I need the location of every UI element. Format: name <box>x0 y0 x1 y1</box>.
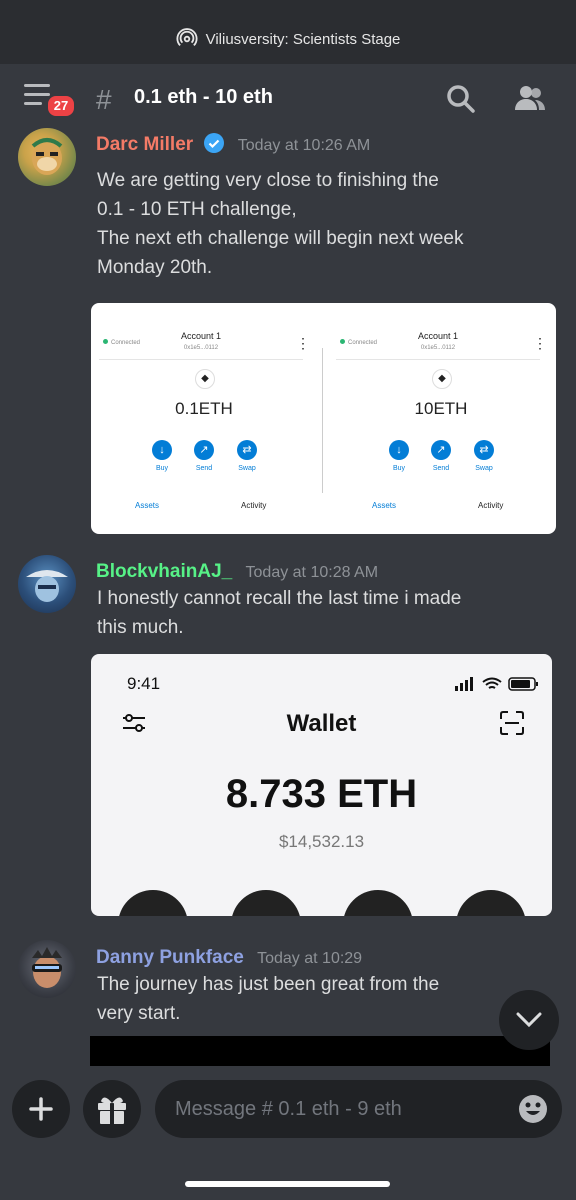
author-name[interactable]: Danny Punkface Today at 10:29 <box>96 947 362 969</box>
channel-header: 27 # 0.1 eth - 10 eth <box>0 64 576 130</box>
members-icon[interactable] <box>513 82 547 116</box>
image-attachment-wallet-app[interactable]: 9:41 Wallet 8.733 ETH $14,532.13 <box>91 654 552 916</box>
status-icons <box>455 677 538 691</box>
timestamp: Today at 10:26 AM <box>237 137 371 154</box>
action-button <box>343 890 413 916</box>
swap-icon: ⇄ <box>474 440 494 460</box>
more-icon: ⋮ <box>533 335 547 351</box>
assets-tab: Assets <box>372 501 397 510</box>
stage-banner-bar: Viliusversity: Scientists Stage <box>0 0 576 64</box>
status-dot-icon <box>340 339 345 344</box>
action-button <box>456 890 526 916</box>
wallet-panel-left: Connected Account 1 0x1e5...0112 ⋮ ◆ 0.1… <box>91 303 311 534</box>
message-text: I honestly cannot recall the last time i… <box>97 588 462 638</box>
samurai-avatar-icon <box>26 570 68 602</box>
account-address: 0x1e5...0112 <box>420 345 456 351</box>
hash-icon: # <box>96 84 112 115</box>
author-label: Danny Punkface <box>96 947 244 968</box>
send-icon: ↗ <box>431 440 451 460</box>
send-icon: ↗ <box>194 440 214 460</box>
balance: 0.1ETH <box>175 399 233 418</box>
gift-button[interactable] <box>83 1080 141 1138</box>
stage-icon <box>176 28 198 47</box>
eth-icon: ◆ <box>195 369 215 389</box>
swap-label: Swap <box>238 465 256 472</box>
more-icon: ⋮ <box>296 335 310 351</box>
assets-tab: Assets <box>135 501 160 510</box>
author-label: Darc Miller <box>96 134 194 155</box>
wallet-panel-right: Connected Account 1 0x1e5...0112 ⋮ ◆ 10E… <box>328 303 548 534</box>
buy-label: Buy <box>155 465 169 472</box>
wallet-balance: 8.733 ETH <box>225 772 418 816</box>
timestamp: Today at 10:28 AM <box>245 564 379 581</box>
status-time: 9:41 <box>127 674 161 693</box>
swap-label: Swap <box>475 465 493 472</box>
avatar[interactable] <box>18 555 76 613</box>
eth-icon: ◆ <box>432 369 452 389</box>
chevron-down-icon <box>516 1012 542 1028</box>
send-label: Send <box>195 465 213 472</box>
emoji-icon[interactable] <box>518 1094 548 1124</box>
connection-status: Connected <box>103 339 140 346</box>
image-attachment-wallets[interactable]: Connected Account 1 0x1e5...0112 ⋮ ◆ 0.1… <box>91 303 556 534</box>
composer-bar: Message # 0.1 eth - 9 eth <box>0 1066 576 1200</box>
activity-tab: Activity <box>241 501 267 510</box>
account-name: Account 1 <box>417 331 459 341</box>
unread-badge: 27 <box>46 94 76 118</box>
avatar[interactable] <box>18 128 76 186</box>
plus-icon <box>29 1097 53 1121</box>
message-input[interactable]: Message # 0.1 eth - 9 eth <box>155 1080 562 1138</box>
action-button <box>231 890 301 916</box>
swap-icon: ⇄ <box>237 440 257 460</box>
search-icon[interactable] <box>444 82 478 116</box>
send-label: Send <box>432 465 450 472</box>
account-address: 0x1e5...0112 <box>183 345 219 351</box>
stage-banner[interactable]: Viliusversity: Scientists Stage <box>0 26 576 52</box>
message-text: The journey has just been great from the… <box>97 974 440 1024</box>
buy-label: Buy <box>392 465 406 472</box>
author-label: BlockvhainAJ_ <box>96 561 233 582</box>
action-button <box>118 890 188 916</box>
status-dot-icon <box>103 339 108 344</box>
stage-title: Viliusversity: Scientists Stage <box>205 30 401 48</box>
ape-avatar-icon <box>31 138 63 175</box>
buy-icon: ↓ <box>152 440 172 460</box>
scan-icon <box>500 711 524 735</box>
message-text: We are getting very close to finishing t… <box>97 170 464 278</box>
home-indicator <box>185 1181 390 1187</box>
jump-to-bottom-button[interactable] <box>499 990 559 1050</box>
wallet-title: Wallet <box>286 710 357 737</box>
punk-avatar-icon <box>32 947 62 988</box>
author-name[interactable]: Darc Miller Today at 10:26 AM <box>96 133 370 156</box>
verified-icon <box>204 133 225 153</box>
timestamp: Today at 10:29 <box>257 950 363 967</box>
buy-icon: ↓ <box>389 440 409 460</box>
avatar[interactable] <box>18 940 76 998</box>
wallet-usd-value: $14,532.13 <box>278 832 365 851</box>
connection-status: Connected <box>340 339 377 346</box>
attach-button[interactable] <box>12 1080 70 1138</box>
account-name: Account 1 <box>180 331 222 341</box>
author-name[interactable]: BlockvhainAJ_ Today at 10:28 AM <box>96 561 378 583</box>
activity-tab: Activity <box>478 501 504 510</box>
divider <box>322 348 323 493</box>
message-placeholder: Message # 0.1 eth - 9 eth <box>175 1098 402 1120</box>
gift-icon <box>98 1097 126 1124</box>
balance: 10ETH <box>414 399 468 418</box>
channel-name: 0.1 eth - 10 eth <box>134 86 273 108</box>
